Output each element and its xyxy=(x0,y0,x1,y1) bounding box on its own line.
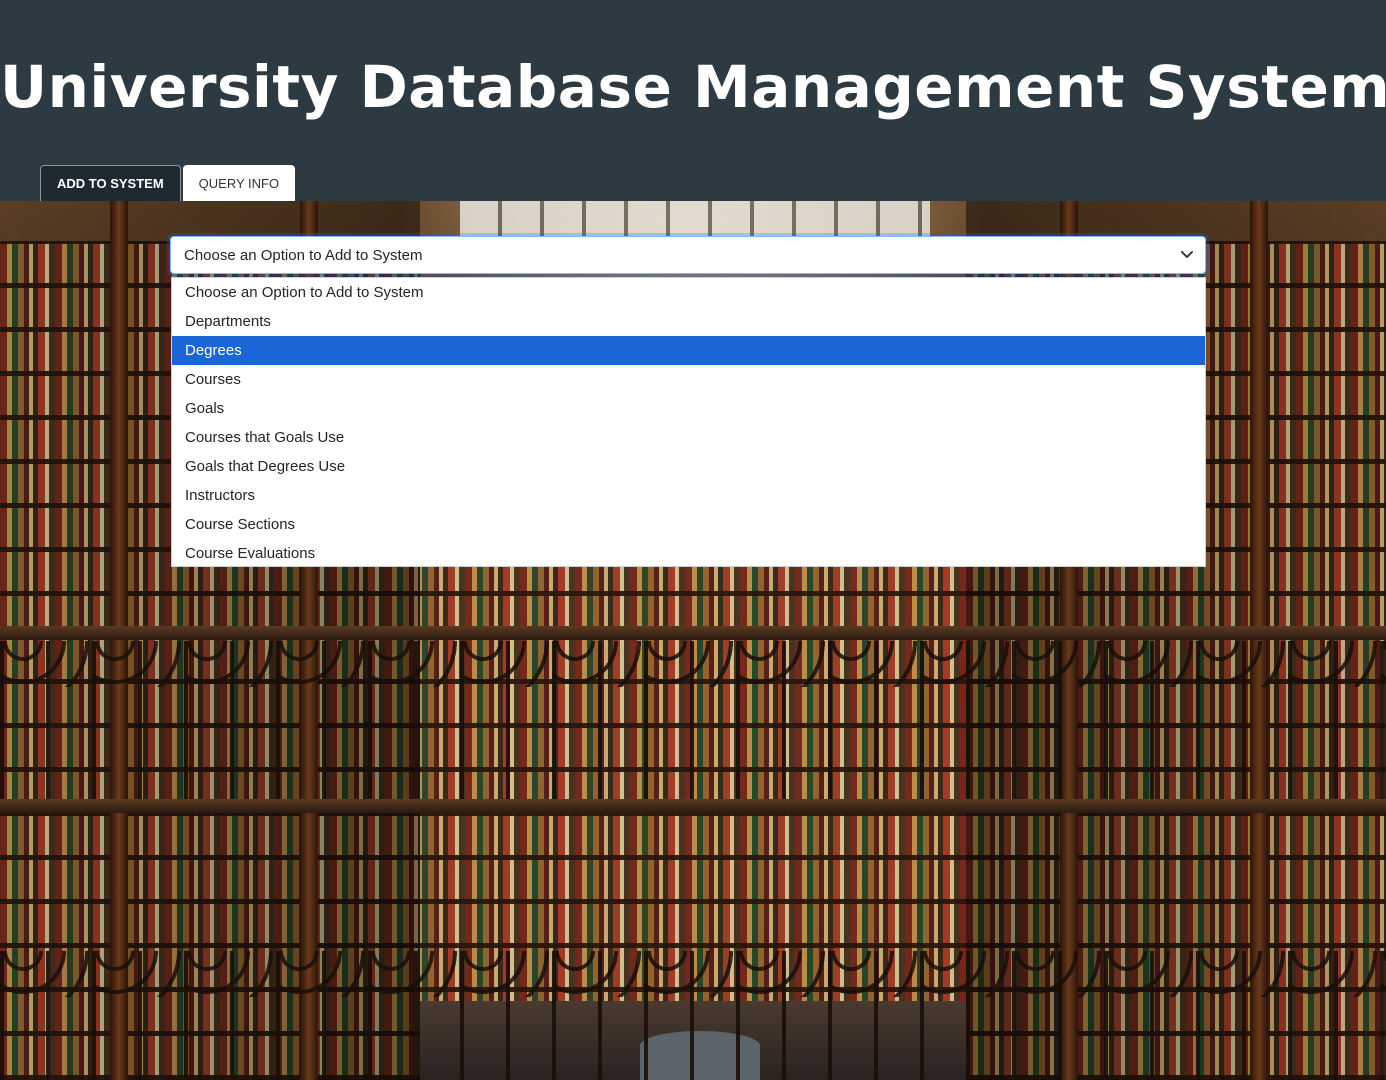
page-title: University Database Management System xyxy=(0,53,1386,121)
option-goals-that-degrees-use[interactable]: Goals that Degrees Use xyxy=(172,452,1205,481)
tab-add-to-system[interactable]: ADD TO SYSTEM xyxy=(40,165,181,201)
option-course-evaluations[interactable]: Course Evaluations xyxy=(172,539,1205,568)
option-instructors[interactable]: Instructors xyxy=(172,481,1205,510)
app-page: University Database Management System AD… xyxy=(0,0,1386,1080)
select-value: Choose an Option to Add to System xyxy=(184,246,423,264)
option-courses[interactable]: Courses xyxy=(172,365,1205,394)
skylight xyxy=(460,201,930,241)
option-goals[interactable]: Goals xyxy=(172,394,1205,423)
railing-balusters xyxy=(0,641,1386,801)
tab-bar: ADD TO SYSTEM QUERY INFO xyxy=(40,165,296,201)
option-choose[interactable]: Choose an Option to Add to System xyxy=(172,278,1205,307)
option-courses-that-goals-use[interactable]: Courses that Goals Use xyxy=(172,423,1205,452)
balcony-railing-upper xyxy=(0,626,1386,640)
add-option-select[interactable]: Choose an Option to Add to System xyxy=(170,236,1206,274)
option-course-sections[interactable]: Course Sections xyxy=(172,510,1205,539)
option-departments[interactable]: Departments xyxy=(172,307,1205,336)
front-railing-balusters xyxy=(0,951,1386,1080)
balcony-railing-lower xyxy=(0,799,1386,813)
tab-query-info[interactable]: QUERY INFO xyxy=(182,165,296,201)
page-header: University Database Management System AD… xyxy=(0,0,1386,201)
chevron-down-icon xyxy=(1181,251,1193,258)
option-degrees[interactable]: Degrees xyxy=(172,336,1205,365)
select-dropdown-list: Choose an Option to Add to System Depart… xyxy=(171,277,1206,567)
